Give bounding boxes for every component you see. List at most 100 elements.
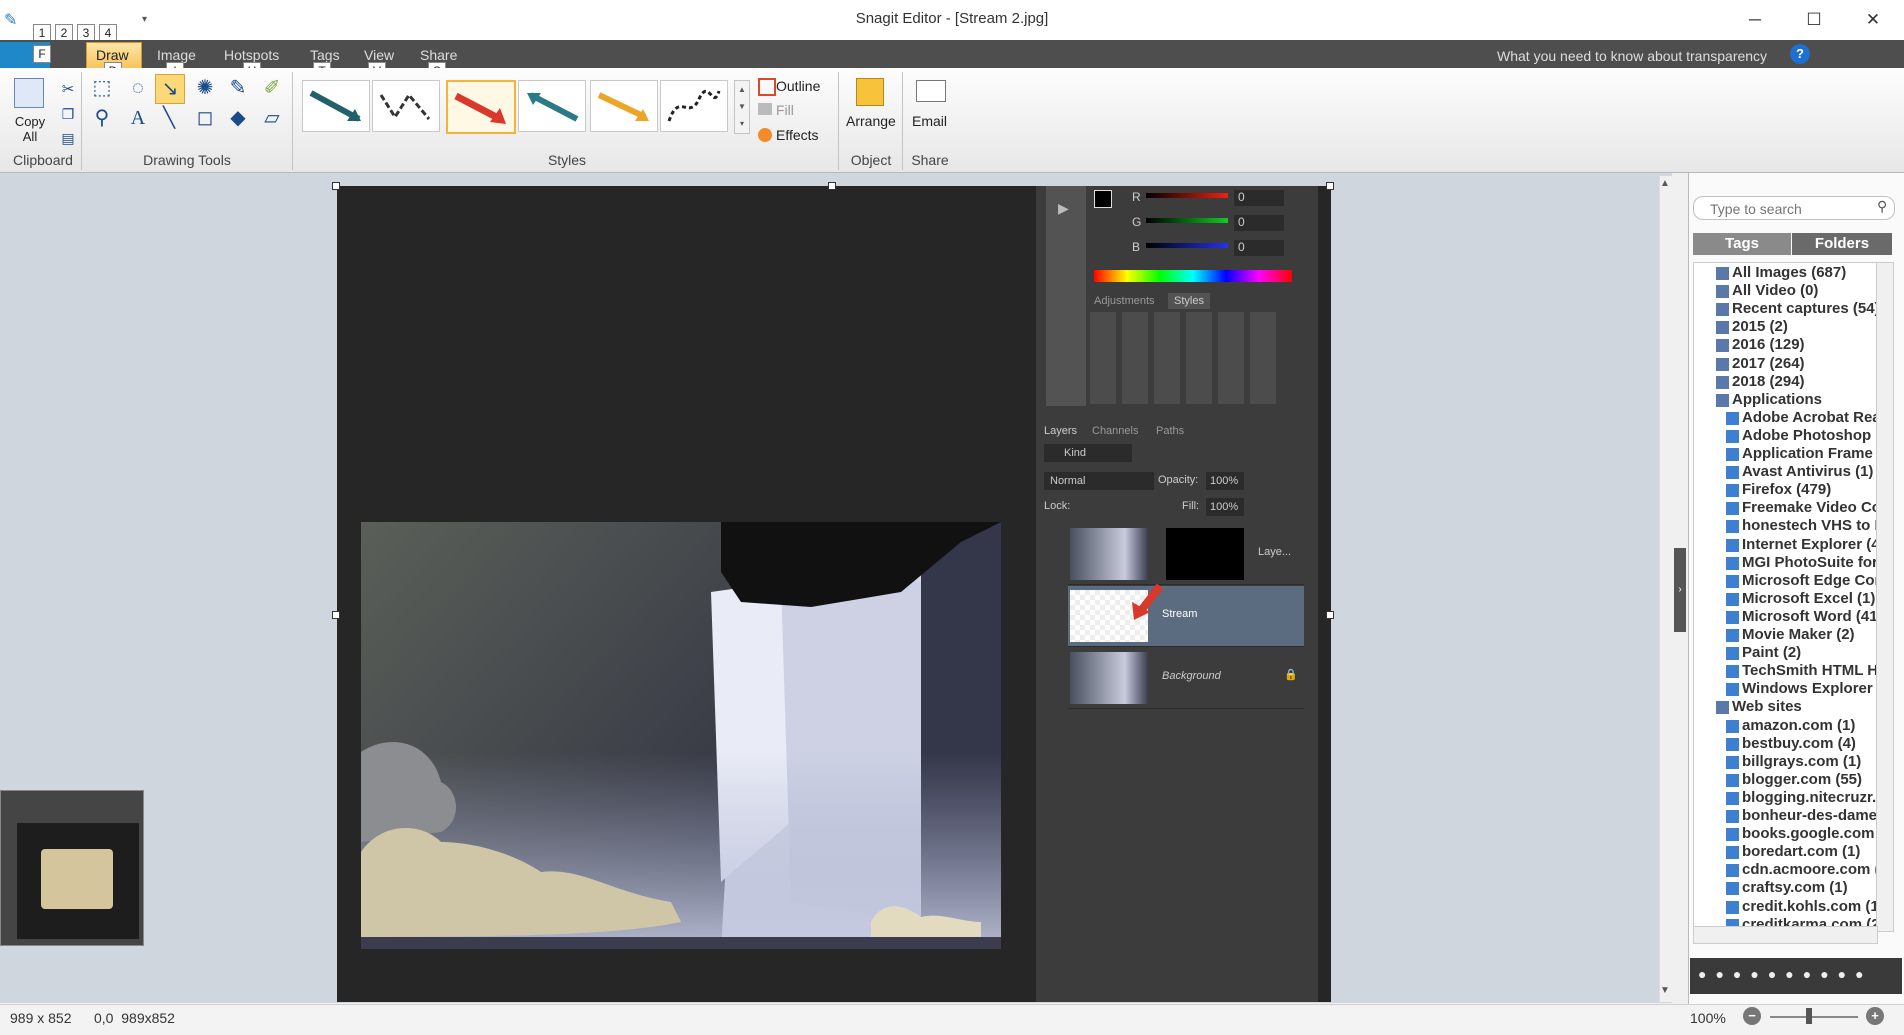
outline-button[interactable]: Outline (776, 78, 820, 94)
library-tree-item[interactable]: Microsoft Excel (1) (1742, 590, 1876, 607)
pen-tool-icon[interactable]: ✎ (224, 74, 252, 102)
style-arrow-4[interactable] (518, 80, 586, 132)
library-tree-item[interactable]: boredart.com (1) (1742, 843, 1876, 860)
search-icon[interactable]: ⚲ (1877, 198, 1887, 215)
library-tree-item[interactable]: Application Frame I (1742, 445, 1876, 462)
tab-hotspots[interactable]: Hotspots (224, 47, 279, 63)
canvas-vertical-scrollbar[interactable] (1659, 176, 1673, 1002)
shape-tool-icon[interactable]: ◻ (191, 104, 219, 132)
fill-tool-icon[interactable]: ◆ (224, 104, 252, 132)
library-vertical-scrollbar[interactable] (1876, 262, 1894, 932)
library-tree-item[interactable]: Recent captures (54) (1732, 300, 1876, 317)
lock-icon: 🔒 (1284, 669, 1298, 681)
library-tree-item[interactable]: 2016 (129) (1732, 336, 1876, 353)
style-arrow-1[interactable] (302, 80, 370, 132)
zoom-slider-thumb[interactable] (1806, 1008, 1812, 1024)
zoom-out-icon[interactable]: − (1743, 1007, 1761, 1025)
library-tree-item[interactable]: credit.kohls.com (1 (1742, 898, 1876, 915)
library-tree-item[interactable]: MGI PhotoSuite for (1742, 554, 1876, 571)
red-arrow-annotation[interactable] (1128, 582, 1168, 622)
magnify-tool-icon[interactable]: ⚲ (88, 104, 116, 132)
callout-tool-icon[interactable]: ◌ (124, 74, 152, 102)
zoom-slider[interactable] (1770, 1016, 1858, 1018)
email-button[interactable]: Email (912, 113, 947, 129)
ps-tab-paths: Paths (1156, 425, 1185, 437)
library-tree-item[interactable]: Internet Explorer (4 (1742, 536, 1876, 553)
scroll-up-icon[interactable]: ▲ (1660, 178, 1670, 189)
maximize-button[interactable]: ☐ (1789, 6, 1839, 34)
selection-tool-icon[interactable]: ⬚ (88, 74, 116, 102)
library-tree-item[interactable]: bestbuy.com (4) (1742, 735, 1876, 752)
library-tree-item[interactable]: Movie Maker (2) (1742, 626, 1876, 643)
library-search-field[interactable] (1708, 199, 1872, 219)
library-tree-item[interactable]: Applications (1732, 391, 1876, 408)
help-icon[interactable]: ? (1790, 44, 1810, 64)
library-tree-item[interactable]: Web sites (1732, 698, 1876, 715)
tray-thumbnail[interactable] (0, 790, 144, 946)
library-tree-item[interactable]: billgrays.com (1) (1742, 753, 1876, 770)
library-tree-item[interactable]: Microsoft Word (41 (1742, 608, 1876, 625)
arrange-button[interactable]: Arrange (846, 113, 896, 129)
library-tree-item[interactable]: bonheur-des-dame (1742, 807, 1876, 824)
effects-button[interactable]: Effects (776, 127, 819, 143)
help-link[interactable]: What you need to know about transparency (1497, 48, 1767, 64)
resize-handle[interactable] (1326, 182, 1334, 190)
resize-handle[interactable] (332, 182, 340, 190)
library-tree-item[interactable]: books.google.com (1742, 825, 1876, 842)
zoom-in-icon[interactable]: + (1866, 1007, 1884, 1025)
style-arrow-3[interactable] (446, 80, 516, 134)
library-tree-item[interactable]: Microsoft Edge Cor (1742, 572, 1876, 589)
library-tree-item[interactable]: 2015 (2) (1732, 318, 1876, 335)
eraser-tool-icon[interactable]: ▱ (258, 104, 286, 132)
tab-share[interactable]: Share (420, 47, 457, 63)
resize-handle[interactable] (332, 611, 340, 619)
library-tree-item[interactable]: Firefox (479) (1742, 481, 1876, 498)
paste-icon[interactable]: ▤ (54, 124, 82, 152)
library-tree-item[interactable]: craftsy.com (1) (1742, 879, 1876, 896)
library-tree-item[interactable]: honestech VHS to D (1742, 517, 1876, 534)
tab-image[interactable]: Image (157, 47, 196, 63)
library-tree-item[interactable]: Adobe Acrobat Rea (1742, 409, 1876, 426)
library-tree-item[interactable]: All Video (0) (1732, 282, 1876, 299)
library-tree-item[interactable]: Freemake Video Co (1742, 499, 1876, 516)
scroll-down-icon[interactable]: ▼ (1660, 985, 1670, 996)
effects-icon (758, 128, 772, 142)
library-tree-item[interactable]: 2017 (264) (1732, 355, 1876, 372)
library-tree-item[interactable]: Paint (2) (1742, 644, 1876, 661)
library-tree-item[interactable]: blogger.com (55) (1742, 771, 1876, 788)
stamp-tool-icon[interactable]: ✺ (191, 74, 219, 102)
library-tree-item[interactable]: 2018 (294) (1732, 373, 1876, 390)
library-tree-item[interactable]: Windows Explorer (1742, 680, 1876, 697)
folder-icon (1716, 376, 1729, 389)
app-icon (1726, 520, 1739, 533)
library-action-icons[interactable]: ●●●●●●●●●● (1698, 966, 1898, 982)
library-tree-item[interactable]: cdn.acmoore.com ( (1742, 861, 1876, 878)
library-tree-item[interactable]: amazon.com (1) (1742, 717, 1876, 734)
library-tree-item[interactable]: TechSmith HTML H (1742, 662, 1876, 679)
library-tree-item[interactable]: Adobe Photoshop C (1742, 427, 1876, 444)
library-horizontal-scrollbar[interactable] (1693, 926, 1878, 944)
library-tree-item[interactable]: Avast Antivirus (1) (1742, 463, 1876, 480)
minimize-button[interactable]: ─ (1730, 6, 1780, 34)
panel-collapse-handle[interactable]: › (1674, 548, 1686, 632)
styles-scroll[interactable]: ▲ ▼ ▾ (734, 80, 750, 134)
tab-view[interactable]: View (364, 47, 394, 63)
library-tree-item[interactable]: blogging.nitecruzr.n (1742, 789, 1876, 806)
fill-button[interactable]: Fill (776, 102, 794, 118)
text-tool-icon[interactable]: A (124, 104, 152, 132)
ps-blend-mode: Normal (1044, 472, 1154, 490)
close-button[interactable]: ✕ (1848, 6, 1898, 34)
library-tree-item[interactable]: All Images (687) (1732, 264, 1876, 281)
arrow-tool-icon[interactable]: ↘ (155, 74, 185, 104)
resize-handle[interactable] (1326, 611, 1334, 619)
library-tab-folders[interactable]: Folders (1792, 233, 1892, 255)
library-tab-tags[interactable]: Tags (1693, 233, 1791, 255)
style-arrow-5[interactable] (590, 80, 658, 132)
tab-tags[interactable]: Tags (310, 47, 340, 63)
highlight-tool-icon[interactable]: ✐ (258, 74, 286, 102)
resize-handle[interactable] (828, 182, 836, 190)
line-tool-icon[interactable]: ╲ (155, 104, 183, 132)
title-bar: ✎ 1 2 3 4 ▾ Snagit Editor - [Stream 2.jp… (0, 0, 1904, 42)
style-arrow-6[interactable] (660, 80, 728, 132)
style-arrow-2[interactable] (372, 80, 440, 132)
